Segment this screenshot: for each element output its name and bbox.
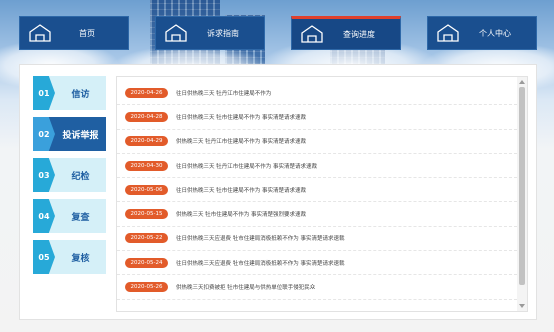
home-icon [437,24,459,42]
item-title[interactable]: 往日供热晚三天 牡丹江市住建局不作为 事实清楚请求速裁 [176,162,317,170]
date-badge: 2020-04-29 [125,136,168,147]
side-item-label: 复核 [71,253,90,264]
side-item-recheck[interactable]: 05 复核 [33,240,106,274]
list-item[interactable]: 2020-04-29 供热晚三天 牡丹江市住建局不作为 事实清楚请求速裁 [117,130,517,154]
category-sidebar: 01 信访 02 投诉举报 03 纪检 04 复查 05 复核 [33,76,106,281]
date-badge: 2020-05-24 [125,257,168,268]
list-item[interactable]: 2020-05-15 供热晚三天 牡市住建局不作为 事实清楚强烈要求速裁 [117,202,517,227]
list-item[interactable]: 2020-05-26 供热晚三天扣费被拒 牡市住建局与供热单位联手侵犯民众 [117,275,517,300]
item-title[interactable]: 往日供热晚三天 牡市住建局不作为 事实清楚请求速裁 [176,186,306,194]
date-badge: 2020-04-26 [125,87,168,98]
side-item-petition[interactable]: 01 信访 [33,76,106,110]
side-item-number: 03 [33,158,55,192]
date-badge: 2020-04-30 [125,160,168,171]
side-item-label: 复查 [71,212,90,223]
side-item-number: 02 [33,117,55,151]
side-item-label: 纪检 [71,171,90,182]
item-title[interactable]: 往日供热晚三天应退费 牡市住建局消极抵赖不作为 事实清楚请求速裁 [176,234,345,242]
side-item-number: 01 [33,76,55,110]
date-badge: 2020-05-26 [125,282,168,293]
scroll-up-icon[interactable] [519,80,525,84]
side-item-discipline[interactable]: 03 纪检 [33,158,106,192]
list-item[interactable]: 2020-04-26 往日供热晚三天 牡丹江市住建局不作为 [117,81,517,106]
side-item-label: 投诉举报 [62,130,99,141]
home-icon [29,24,51,42]
list-item[interactable]: 2020-05-06 往日供热晚三天 牡市住建局不作为 事实清楚请求速裁 [117,178,517,203]
content-panel: 01 信访 02 投诉举报 03 纪检 04 复查 05 复核 2020-04-… [19,64,537,320]
date-badge: 2020-04-28 [125,111,168,122]
item-title[interactable]: 供热晚三天扣费被拒 牡市住建局与供热单位联手侵犯民众 [176,283,315,291]
item-title[interactable]: 供热晚三天 牡丹江市住建局不作为 事实清楚请求速裁 [176,137,306,145]
list-item[interactable]: 2020-05-24 往日供热晚三天应退费 牡市住建局消极抵赖不作为 事实清楚请… [117,251,517,276]
side-item-complaint[interactable]: 02 投诉举报 [33,117,106,151]
nav-item-progress[interactable]: 查询进度 [291,16,401,50]
item-title[interactable]: 供热晚三天 牡市住建局不作为 事实清楚强烈要求速裁 [176,210,306,218]
date-badge: 2020-05-06 [125,184,168,195]
scrollbar-thumb[interactable] [519,87,525,285]
list-item[interactable]: 2020-04-30 往日供热晚三天 牡丹江市住建局不作为 事实清楚请求速裁 [117,154,517,179]
complaint-list: 2020-04-26 往日供热晚三天 牡丹江市住建局不作为 2020-04-28… [116,76,528,312]
home-icon [165,24,187,42]
item-title[interactable]: 往日供热晚三天 牡市住建局不作为 事实清楚请求速裁 [176,113,306,121]
nav-item-label: 首页 [79,28,95,38]
side-item-number: 04 [33,199,55,233]
date-badge: 2020-05-15 [125,209,168,220]
side-item-number: 05 [33,240,55,274]
scrollbar[interactable] [517,77,527,311]
list-item[interactable]: 2020-04-28 往日供热晚三天 牡市住建局不作为 事实清楚请求速裁 [117,105,517,130]
scroll-down-icon[interactable] [519,304,525,308]
home-icon [301,25,323,43]
nav-item-label: 诉求指南 [207,28,239,38]
main-nav: 首页 诉求指南 查询进度 个人中心 [19,16,537,50]
list-rows: 2020-04-26 往日供热晚三天 牡丹江市住建局不作为 2020-04-28… [117,81,517,300]
item-title[interactable]: 往日供热晚三天 牡丹江市住建局不作为 [176,89,271,97]
item-title[interactable]: 往日供热晚三天应退费 牡市住建局消极抵赖不作为 事实清楚请求速裁 [176,259,345,267]
list-item[interactable]: 2020-05-22 往日供热晚三天应退费 牡市住建局消极抵赖不作为 事实清楚请… [117,227,517,252]
date-badge: 2020-05-22 [125,233,168,244]
nav-item-label: 查询进度 [343,29,375,39]
nav-item-label: 个人中心 [479,28,511,38]
side-item-review[interactable]: 04 复查 [33,199,106,233]
nav-item-user-center[interactable]: 个人中心 [427,16,537,50]
nav-item-home[interactable]: 首页 [19,16,129,50]
side-item-label: 信访 [71,89,90,100]
nav-item-guide[interactable]: 诉求指南 [155,16,265,50]
